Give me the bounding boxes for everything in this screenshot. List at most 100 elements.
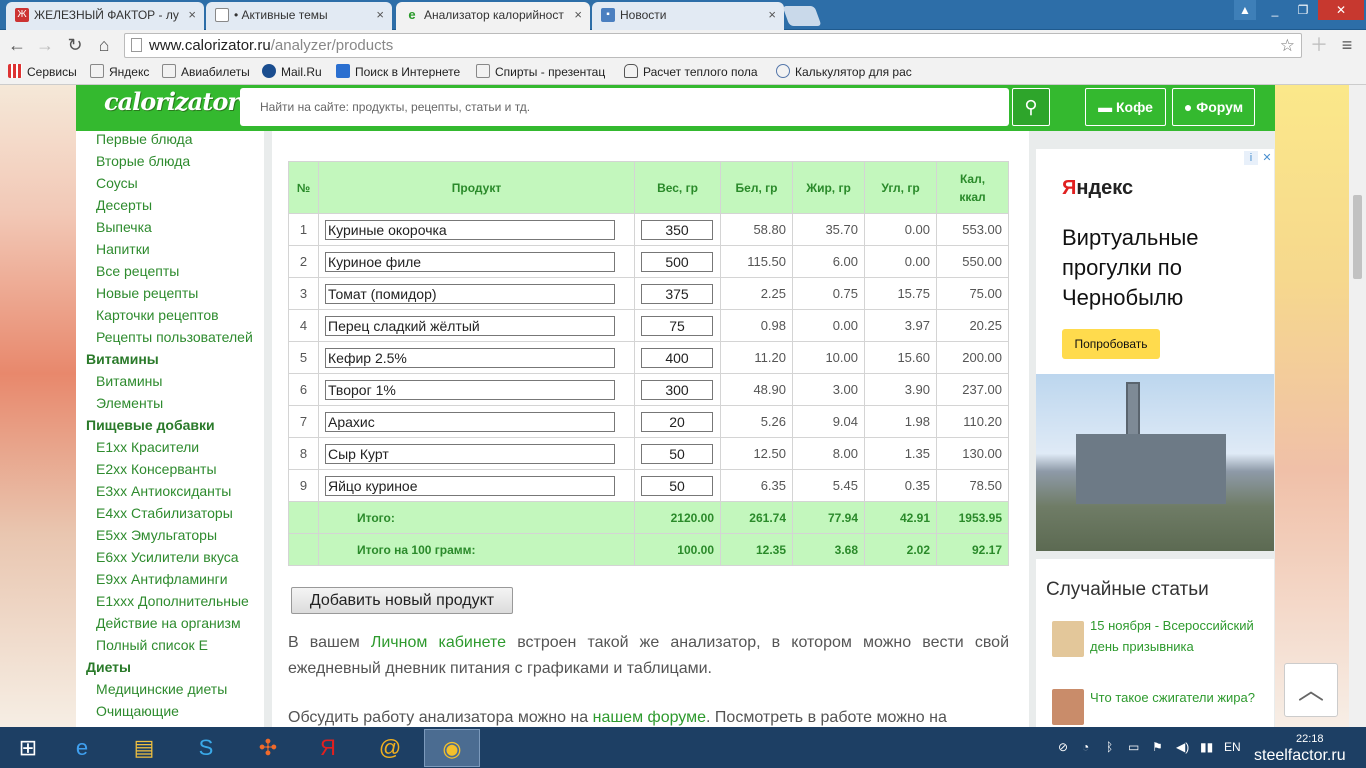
- sidebar-link[interactable]: Выпечка: [96, 219, 152, 235]
- sidebar-link[interactable]: Рецепты пользователей: [96, 329, 253, 345]
- weight-input[interactable]: 50: [641, 443, 713, 464]
- scroll-to-top-button[interactable]: ︿: [1284, 663, 1338, 717]
- article-thumbnail[interactable]: [1052, 621, 1084, 657]
- sidebar-category[interactable]: Витамины: [86, 351, 159, 367]
- skype-icon[interactable]: S: [178, 729, 234, 767]
- tab-active-themes[interactable]: • Активные темы ×: [206, 2, 392, 30]
- sidebar-link[interactable]: Все рецепты: [96, 263, 179, 279]
- sidebar-link[interactable]: E6xx Усилители вкуса: [96, 549, 239, 565]
- sidebar-link[interactable]: Новые рецепты: [96, 285, 198, 301]
- sidebar-link[interactable]: E3xx Антиоксиданты: [96, 483, 231, 499]
- bookmark-floor[interactable]: Расчет теплого пола: [624, 64, 758, 80]
- bookmark-search[interactable]: Поиск в Интернете: [336, 64, 460, 80]
- scrollbar-thumb[interactable]: [1353, 195, 1362, 279]
- product-input[interactable]: Кефир 2.5%: [325, 347, 615, 368]
- bookmark-calculator[interactable]: Калькулятор для рас: [776, 64, 912, 80]
- sidebar-link[interactable]: Очищающие: [96, 703, 179, 719]
- close-icon[interactable]: ✕: [1260, 151, 1274, 165]
- tab-news[interactable]: ▪ Новости ×: [592, 2, 784, 30]
- close-icon[interactable]: ×: [376, 2, 384, 28]
- ad-try-button[interactable]: Попробовать: [1062, 329, 1160, 359]
- sidebar-link[interactable]: Полный список Е: [96, 637, 208, 653]
- bookmark-services[interactable]: Сервисы: [8, 64, 77, 80]
- network-app-icon[interactable]: ✣: [240, 729, 296, 767]
- weight-input[interactable]: 50: [641, 475, 713, 496]
- back-icon[interactable]: ←: [6, 34, 28, 56]
- bookmark-aviabilety[interactable]: Авиабилеты: [162, 64, 250, 80]
- chrome-icon[interactable]: ◉: [424, 729, 480, 767]
- extension-icon[interactable]: ＋: [1308, 34, 1330, 56]
- sidebar-link[interactable]: E1xx Красители: [96, 439, 199, 455]
- weight-input[interactable]: 75: [641, 315, 713, 336]
- yandex-browser-icon[interactable]: Я: [300, 729, 356, 767]
- scrollbar[interactable]: [1349, 85, 1366, 727]
- sidebar-link[interactable]: E2xx Консерванты: [96, 461, 217, 477]
- weight-input[interactable]: 20: [641, 411, 713, 432]
- close-window-button[interactable]: ✕: [1318, 0, 1364, 20]
- user-icon[interactable]: ▲: [1234, 0, 1256, 20]
- product-input[interactable]: Куриные окорочка: [325, 219, 615, 240]
- product-input[interactable]: Перец сладкий жёлтый: [325, 315, 615, 336]
- site-logo[interactable]: calorizator: [104, 87, 240, 116]
- minimize-button[interactable]: _: [1262, 0, 1288, 20]
- sidebar-link[interactable]: Десерты: [96, 197, 152, 213]
- sidebar-link[interactable]: E4xx Стабилизаторы: [96, 505, 233, 521]
- bluetooth-icon[interactable]: ᛒ: [1106, 740, 1113, 754]
- forum-button[interactable]: ● Форум: [1172, 88, 1255, 126]
- sidebar-link[interactable]: Напитки: [96, 241, 150, 257]
- menu-icon[interactable]: ≡: [1336, 34, 1358, 56]
- tab-calorizator[interactable]: e Анализатор калорийност ×: [396, 2, 590, 30]
- close-icon[interactable]: ×: [768, 2, 776, 28]
- address-bar[interactable]: www.calorizator.ru/analyzer/products ☆: [124, 33, 1302, 58]
- explorer-icon[interactable]: ▤: [116, 729, 172, 767]
- product-input[interactable]: Творог 1%: [325, 379, 615, 400]
- sidebar-category[interactable]: Диеты: [86, 659, 131, 675]
- product-input[interactable]: Яйцо куриное: [325, 475, 615, 496]
- mail-agent-icon[interactable]: @: [362, 729, 418, 767]
- product-input[interactable]: Арахис: [325, 411, 615, 432]
- forum-link[interactable]: нашем форуме: [593, 709, 706, 726]
- antivirus-icon[interactable]: ⊘: [1058, 740, 1068, 754]
- article-thumbnail[interactable]: [1052, 689, 1084, 725]
- sidebar-link[interactable]: E1xxx Дополнительные: [96, 593, 249, 609]
- language-icon[interactable]: EN: [1224, 740, 1241, 754]
- coffee-button[interactable]: ▬ Кофе: [1085, 88, 1166, 126]
- maximize-button[interactable]: ❐: [1290, 0, 1316, 20]
- clock[interactable]: 22:18: [1296, 733, 1324, 745]
- product-input[interactable]: Сыр Курт: [325, 443, 615, 464]
- sidebar-category[interactable]: Пищевые добавки: [86, 417, 215, 433]
- bookmark-mailru[interactable]: Mail.Ru: [262, 64, 322, 80]
- sidebar-link[interactable]: Соусы: [96, 175, 138, 191]
- forward-icon[interactable]: →: [34, 34, 56, 56]
- display-icon[interactable]: ▭: [1128, 740, 1139, 754]
- search-icon[interactable]: ⚲: [1012, 88, 1050, 126]
- sidebar-link[interactable]: Медицинские диеты: [96, 681, 227, 697]
- new-tab-button[interactable]: [782, 6, 822, 26]
- article-link[interactable]: Что такое сжигатели жира?: [1090, 687, 1266, 708]
- sidebar-link[interactable]: Элементы: [96, 395, 163, 411]
- tray-icon[interactable]: ◔: [1082, 740, 1089, 754]
- home-icon[interactable]: ⌂: [93, 34, 115, 56]
- star-icon[interactable]: ☆: [1280, 34, 1295, 57]
- cabinet-link[interactable]: Личном кабинете: [371, 634, 506, 651]
- weight-input[interactable]: 300: [641, 379, 713, 400]
- close-icon[interactable]: ×: [574, 2, 582, 28]
- volume-icon[interactable]: ◀): [1176, 740, 1189, 754]
- weight-input[interactable]: 350: [641, 219, 713, 240]
- weight-input[interactable]: 400: [641, 347, 713, 368]
- weight-input[interactable]: 375: [641, 283, 713, 304]
- product-input[interactable]: Томат (помидор): [325, 283, 615, 304]
- reload-icon[interactable]: ↻: [64, 34, 86, 56]
- sidebar-link[interactable]: Первые блюда: [96, 131, 193, 147]
- sidebar-link[interactable]: Вторые блюда: [96, 153, 190, 169]
- sidebar-link[interactable]: Карточки рецептов: [96, 307, 219, 323]
- tab-zhelezny-faktor[interactable]: Ж ЖЕЛЕЗНЫЙ ФАКТОР - лу ×: [6, 2, 204, 30]
- flag-icon[interactable]: ⚑: [1152, 740, 1163, 754]
- close-icon[interactable]: ×: [188, 2, 196, 28]
- network-icon[interactable]: ▮▮: [1200, 740, 1213, 754]
- yandex-ad[interactable]: i ✕ Яндекс Виртуальные прогулки по Черно…: [1036, 149, 1274, 551]
- weight-input[interactable]: 500: [641, 251, 713, 272]
- bookmark-yandex[interactable]: Яндекс: [90, 64, 149, 80]
- sidebar-link[interactable]: E9xx Антифламинги: [96, 571, 228, 587]
- sidebar-link[interactable]: E5xx Эмульгаторы: [96, 527, 217, 543]
